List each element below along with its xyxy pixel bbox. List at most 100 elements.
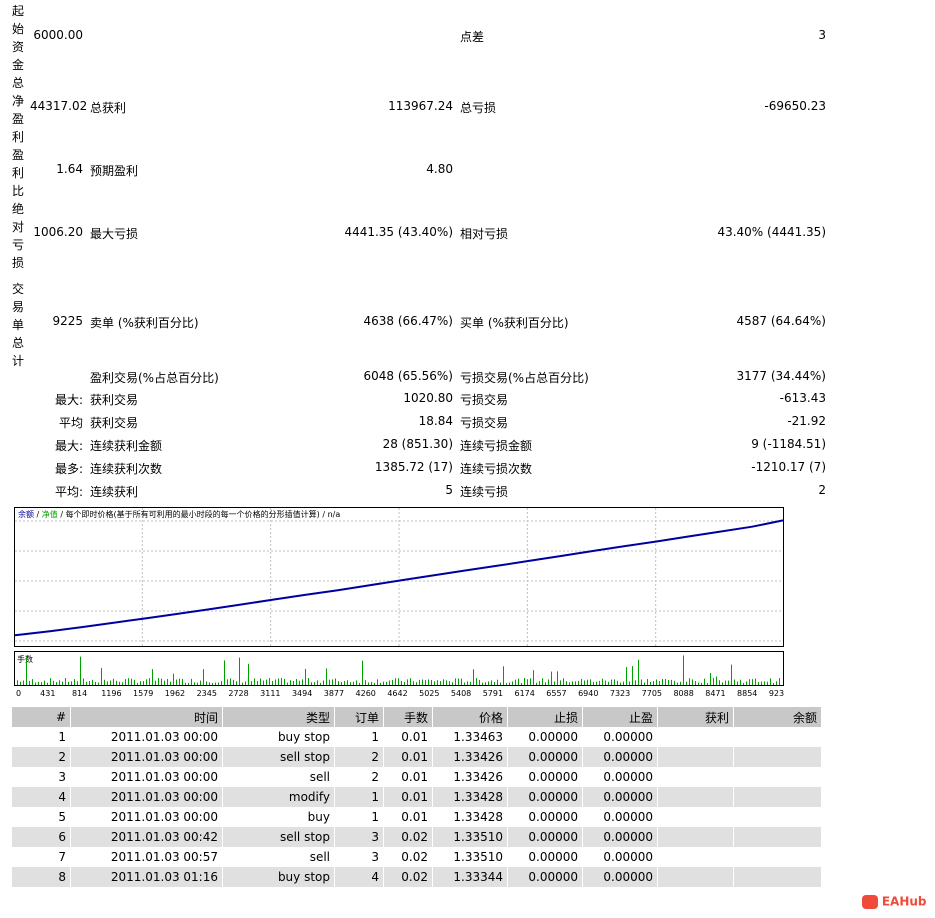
total-trades-value: 9225	[52, 314, 83, 328]
volume-bar	[479, 679, 480, 685]
table-row[interactable]: 2 2011.01.03 00:00 sell stop 2 0.01 1.33426 0.…	[12, 747, 822, 767]
volume-bar	[677, 682, 678, 685]
volume-bar	[41, 682, 42, 685]
max-consec-profit-value: 1385.72 (17)	[374, 460, 453, 474]
volume-bar	[245, 681, 246, 685]
volume-bar	[98, 682, 99, 685]
table-row[interactable]: 6 2011.01.03 00:42 sell stop 3 0.02 1.33510 0.…	[12, 827, 822, 847]
table-cell	[657, 767, 734, 787]
table-cell	[657, 867, 734, 887]
table-cell: 0.01	[383, 787, 433, 807]
table-cell: 0.00000	[582, 827, 658, 847]
col-header-profit[interactable]: 获利	[657, 707, 734, 727]
volume-bar	[359, 682, 360, 685]
volume-bar	[347, 680, 348, 685]
volume-bar	[305, 668, 306, 685]
volume-bar	[353, 681, 354, 685]
x-tick-label: 4642	[387, 689, 407, 698]
volume-bar	[236, 681, 237, 685]
col-header-sl[interactable]: 止损	[507, 707, 583, 727]
volume-bar	[281, 678, 282, 685]
col-header-balance[interactable]: 余额	[733, 707, 822, 727]
volume-bar	[476, 678, 477, 685]
short-positions-value: 4638 (66.47%)	[363, 314, 453, 328]
volume-bar	[323, 680, 324, 685]
volume-bar	[596, 681, 597, 685]
volume-bar	[518, 678, 519, 685]
volume-bar	[566, 681, 567, 685]
volume-bar	[608, 681, 609, 685]
col-header-num[interactable]: #	[12, 707, 71, 727]
max-consec-loss-label: 连续亏损次数	[460, 462, 533, 476]
abs-drawdown-label: 绝对亏损	[12, 202, 25, 270]
volume-bar	[374, 682, 375, 685]
col-header-lots[interactable]: 手数	[383, 707, 433, 727]
x-tick-label: 7323	[610, 689, 630, 698]
table-cell	[733, 727, 822, 747]
average-profit-label: 获利交易	[90, 416, 139, 430]
table-row[interactable]: 3 2011.01.03 00:00 sell 2 0.01 1.33426 0.00000…	[12, 767, 822, 787]
volume-bar	[365, 680, 366, 685]
volume-bar	[626, 667, 627, 685]
volume-bar	[446, 680, 447, 685]
volume-bar	[719, 680, 720, 685]
volume-bar	[329, 679, 330, 685]
volume-bar	[47, 682, 48, 685]
volume-bar	[260, 678, 261, 685]
volume-bar	[761, 681, 762, 685]
x-tick-label: 2345	[197, 689, 217, 698]
average-profit-value: 18.84	[418, 414, 453, 428]
col-header-time[interactable]: 时间	[70, 707, 223, 727]
table-row[interactable]: 1 2011.01.03 00:00 buy stop 1 0.01 1.33463 0.0…	[12, 727, 822, 747]
volume-bar	[575, 681, 576, 685]
col-header-price[interactable]: 价格	[432, 707, 508, 727]
volume-bar	[638, 659, 639, 685]
total-trades-label: 交易单总计	[12, 282, 25, 368]
table-cell: 1	[12, 727, 71, 747]
volume-bar	[377, 679, 378, 685]
volume-bar	[338, 681, 339, 685]
col-header-order[interactable]: 订单	[334, 707, 384, 727]
table-cell	[733, 767, 822, 787]
volume-bar	[491, 680, 492, 685]
table-cell: 1.33428	[432, 807, 508, 827]
volume-bar	[278, 678, 279, 685]
volume-bar	[494, 681, 495, 685]
volume-bar	[275, 679, 276, 685]
x-tick-label: 5408	[451, 689, 471, 698]
volume-bar	[713, 678, 714, 685]
volume-bar	[311, 682, 312, 685]
volume-bar	[485, 682, 486, 685]
volume-bar	[284, 678, 285, 685]
table-cell	[733, 747, 822, 767]
table-cell: 6	[12, 827, 71, 847]
profit-trades-value: 6048 (65.56%)	[363, 369, 453, 383]
largest-loss-label: 亏损交易	[460, 393, 509, 407]
volume-bar	[185, 682, 186, 685]
max-drawdown-label: 最大亏损	[90, 227, 139, 241]
x-tick-label: 0	[16, 689, 21, 698]
legend-model: 每个即时价格(基于所有可利用的最小时段的每一个价格的分形插值计算) / n/a	[66, 509, 341, 519]
volume-bar	[401, 680, 402, 685]
expected-payoff-value: 4.80	[426, 162, 453, 176]
long-positions-value: 4587 (64.64%)	[736, 314, 826, 328]
table-cell: 2011.01.03 00:00	[70, 787, 223, 807]
table-cell: 0.00000	[507, 787, 583, 807]
volume-bar	[80, 656, 81, 685]
volume-bar	[701, 682, 702, 685]
col-header-type[interactable]: 类型	[222, 707, 335, 727]
initial-deposit-label: 起始资金	[12, 4, 25, 72]
table-cell: 2011.01.03 00:00	[70, 727, 223, 747]
volume-bar	[692, 679, 693, 685]
table-row[interactable]: 7 2011.01.03 00:57 sell 3 0.02 1.33510 0.00000…	[12, 847, 822, 867]
table-cell: 1.33426	[432, 767, 508, 787]
volume-bar	[212, 682, 213, 685]
volume-bar	[215, 682, 216, 685]
table-row[interactable]: 8 2011.01.03 01:16 buy stop 4 0.02 1.33344 0.0…	[12, 867, 822, 887]
table-row[interactable]: 5 2011.01.03 00:00 buy 1 0.01 1.33428 0.00000 0…	[12, 807, 822, 827]
legend-sep2: /	[58, 510, 66, 519]
table-cell: 3	[12, 767, 71, 787]
table-row[interactable]: 4 2011.01.03 00:00 modify 1 0.01 1.33428 0.000…	[12, 787, 822, 807]
col-header-tp[interactable]: 止盈	[582, 707, 658, 727]
volume-bar	[71, 681, 72, 685]
